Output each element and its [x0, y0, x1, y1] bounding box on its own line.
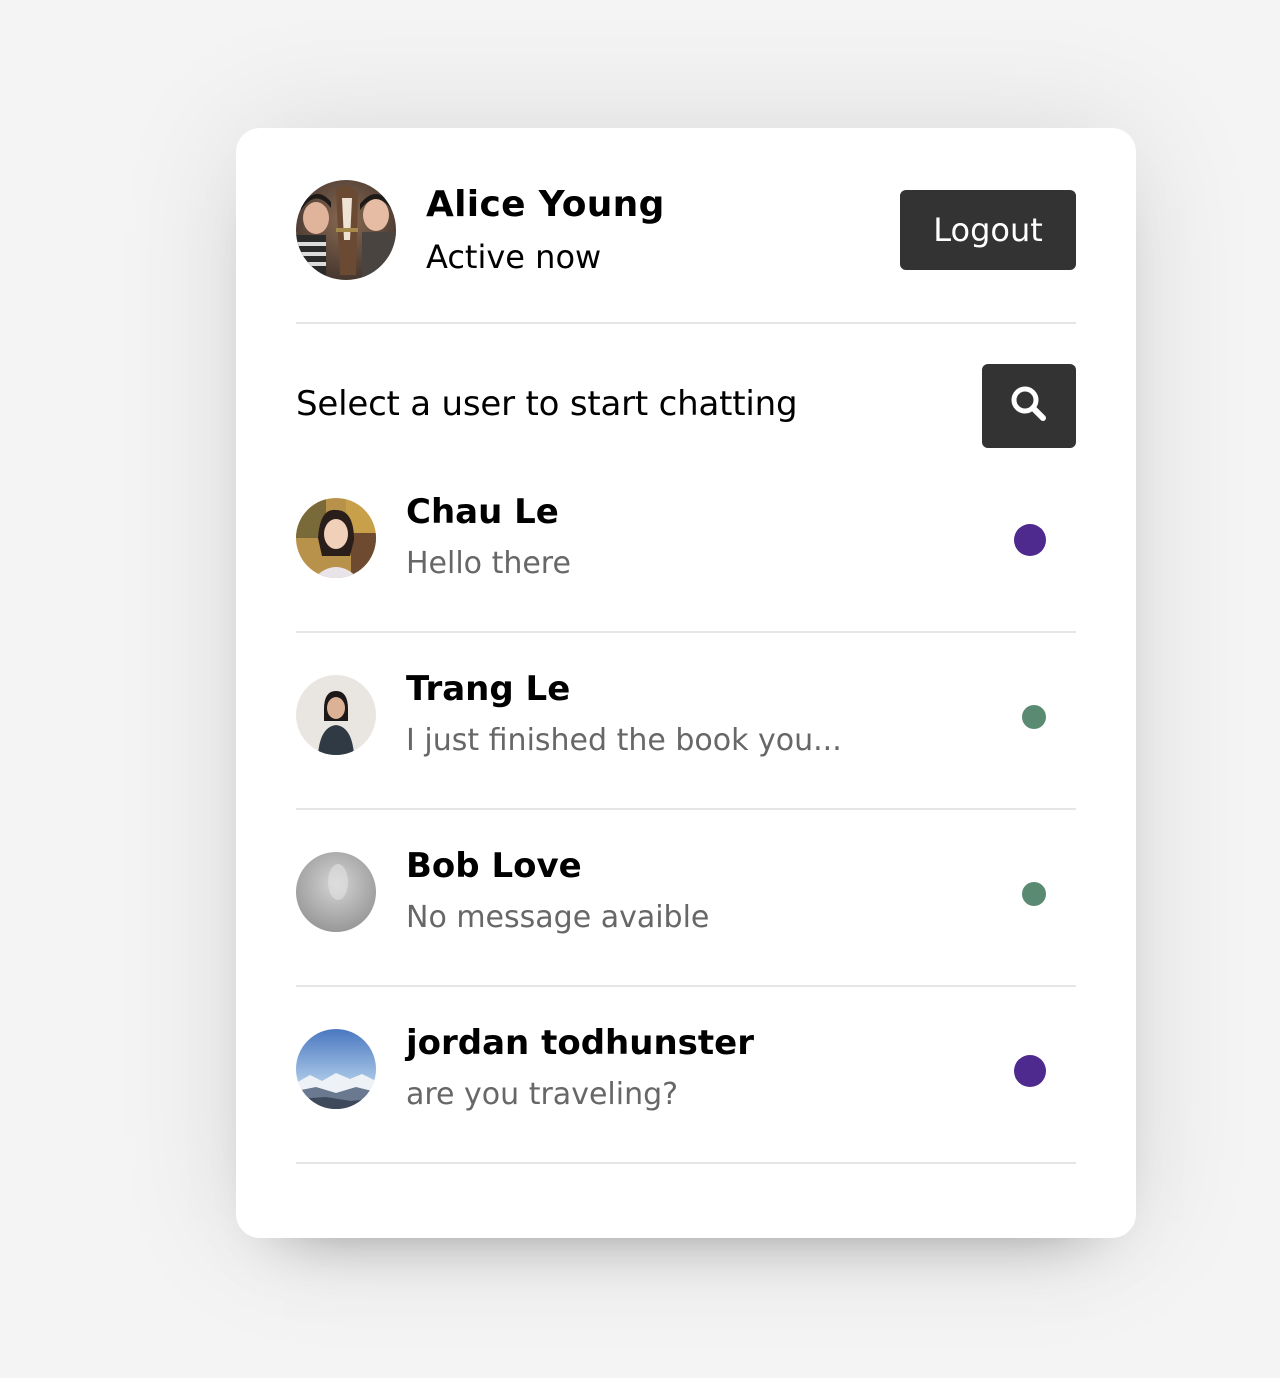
current-user-status: Active now	[426, 238, 602, 276]
search-icon	[1010, 385, 1048, 427]
user-item-jordan-todhunster[interactable]: jordan todhunster are you traveling?	[296, 987, 1076, 1164]
current-user-avatar	[296, 180, 396, 280]
search-button[interactable]	[982, 364, 1076, 448]
user-name: jordan todhunster	[406, 1023, 754, 1063]
status-dot	[1014, 524, 1046, 556]
user-item-bob-love[interactable]: Bob Love No message avaible	[296, 810, 1076, 987]
avatar	[296, 852, 376, 932]
status-dot	[1022, 882, 1046, 906]
current-user-name: Alice Young	[426, 184, 665, 225]
user-name: Trang Le	[406, 669, 571, 709]
user-name: Bob Love	[406, 846, 582, 886]
status-dot	[1022, 705, 1046, 729]
avatar	[296, 1029, 376, 1109]
current-user-header: Alice Young Active now Logout	[296, 180, 1076, 324]
status-dot	[1014, 1055, 1046, 1087]
logout-button[interactable]: Logout	[900, 190, 1076, 270]
avatar	[296, 498, 376, 578]
chat-users-panel: Alice Young Active now Logout Select a u…	[236, 128, 1136, 1238]
last-message: are you traveling?	[406, 1077, 679, 1112]
user-item-chau-le[interactable]: Chau Le Hello there	[296, 456, 1076, 633]
search-bar: Select a user to start chatting	[296, 364, 1076, 448]
user-name: Chau Le	[406, 492, 559, 532]
search-prompt: Select a user to start chatting	[296, 384, 798, 424]
last-message: I just finished the book you...	[406, 723, 842, 758]
last-message: Hello there	[406, 546, 571, 581]
user-list: Chau Le Hello there Trang Le I just fini…	[296, 456, 1076, 1164]
user-item-trang-le[interactable]: Trang Le I just finished the book you...	[296, 633, 1076, 810]
avatar	[296, 675, 376, 755]
last-message: No message avaible	[406, 900, 710, 935]
